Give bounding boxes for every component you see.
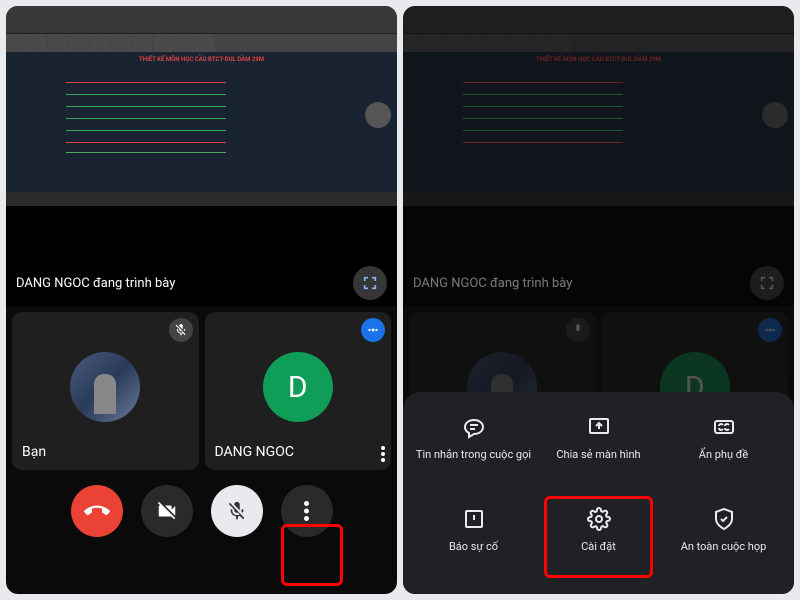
self-avatar — [70, 352, 140, 422]
fullscreen-button[interactable] — [353, 266, 387, 300]
self-name: Bạn — [22, 444, 46, 460]
shield-icon — [711, 506, 737, 532]
phone-right: THIẾT KẾ MÔN HỌC CẦU BTCT-DUL DẦM 29M DA… — [403, 6, 794, 594]
sheet-report[interactable]: Báo sự cố — [413, 500, 534, 574]
share-screen-icon — [586, 414, 612, 440]
chat-icon — [461, 414, 487, 440]
presentation-area: THIẾT KẾ MÔN HỌC CẦU BTCT-DUL DẦM 29M DA… — [403, 6, 794, 306]
tutorial-highlight — [281, 524, 343, 586]
fullscreen-button[interactable] — [750, 266, 784, 300]
sheet-share-screen[interactable]: Chia sẻ màn hình — [538, 408, 659, 482]
more-options-sheet: Tin nhắn trong cuộc gọi Chia sẻ màn hình… — [403, 392, 794, 594]
end-call-button[interactable] — [71, 485, 123, 537]
tile-more-icon[interactable] — [381, 446, 385, 462]
self-tile[interactable]: Bạn — [12, 312, 199, 470]
sheet-safety[interactable]: An toàn cuộc họp — [663, 500, 784, 574]
captions-icon — [711, 414, 737, 440]
phone-left: THIẾT KẾ MÔN HỌC CẦU BTCT-DUL DẦM 29M DA… — [6, 6, 397, 594]
mic-off-button[interactable] — [211, 485, 263, 537]
presentation-area: THIẾT KẾ MÔN HỌC CẦU BTCT-DUL DẦM 29M DA… — [6, 6, 397, 306]
participant-tiles: Bạn D DANG NGOC — [6, 306, 397, 476]
camera-off-button[interactable] — [141, 485, 193, 537]
sheet-settings[interactable]: Cài đặt — [538, 500, 659, 574]
mic-muted-icon — [169, 318, 193, 342]
sheet-chat[interactable]: Tin nhắn trong cuộc gọi — [413, 408, 534, 482]
speaking-indicator-icon — [361, 318, 385, 342]
presenter-label: DANG NGOC đang trình bày — [16, 276, 175, 291]
sheet-captions[interactable]: Ẩn phụ đề — [663, 408, 784, 482]
viewcube-icon — [365, 102, 391, 128]
participant-avatar: D — [263, 352, 333, 422]
participant-tile[interactable]: D DANG NGOC — [205, 312, 392, 470]
tutorial-highlight — [544, 496, 653, 578]
shared-screen-content: THIẾT KẾ MÔN HỌC CẦU BTCT-DUL DẦM 29M — [6, 6, 397, 206]
presenter-label: DANG NGOC đang trình bày — [413, 276, 572, 291]
cad-drawing-title: THIẾT KẾ MÔN HỌC CẦU BTCT-DUL DẦM 29M — [6, 52, 397, 63]
report-icon — [461, 506, 487, 532]
participant-name: DANG NGOC — [215, 444, 294, 460]
